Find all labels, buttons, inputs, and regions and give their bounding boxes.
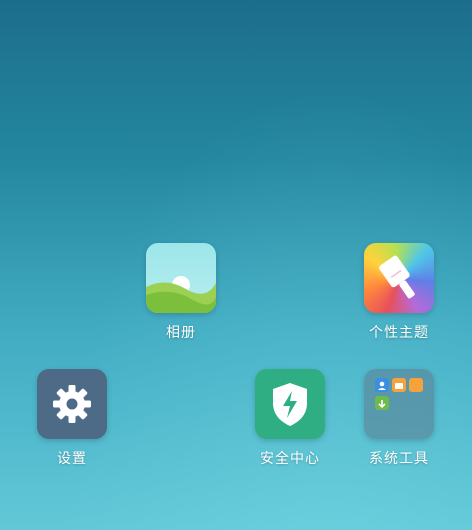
app-label-settings: 设置 [57, 451, 87, 467]
notes-icon [409, 378, 423, 392]
app-gallery[interactable]: 相册 [133, 243, 229, 353]
download-icon [375, 396, 389, 410]
app-themes[interactable]: 个性主题 [351, 243, 447, 353]
gear-icon [37, 369, 107, 439]
app-security[interactable]: 安全中心 [242, 369, 338, 479]
folder-icon [364, 369, 434, 439]
shield-lightning-icon [255, 369, 325, 439]
paintbrush-icon [364, 243, 434, 313]
app-folder-system-tools[interactable]: 系统工具 [351, 369, 447, 479]
app-label-themes: 个性主题 [369, 325, 429, 341]
app-settings[interactable]: 设置 [24, 369, 120, 479]
app-label-gallery: 相册 [166, 325, 196, 341]
app-label-system-tools: 系统工具 [369, 451, 429, 467]
message-icon [392, 378, 406, 392]
app-label-security: 安全中心 [260, 451, 320, 467]
gallery-icon [146, 243, 216, 313]
contacts-icon [375, 378, 389, 392]
